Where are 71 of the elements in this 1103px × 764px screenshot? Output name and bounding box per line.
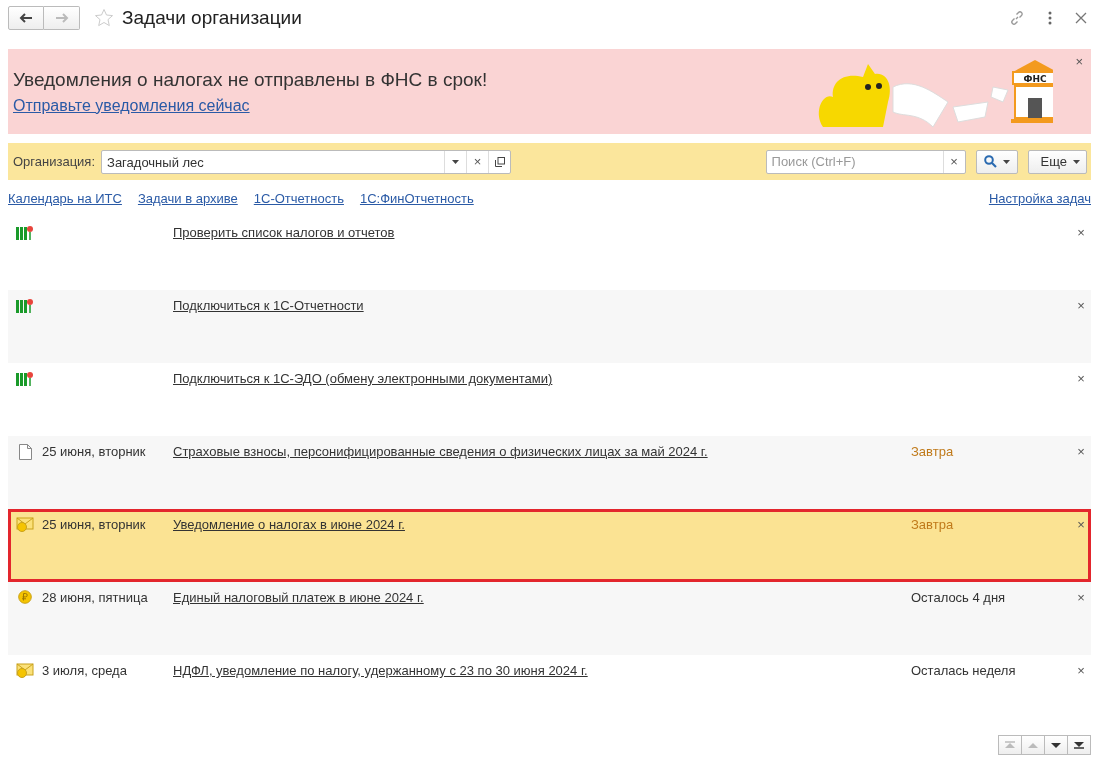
search-icon	[983, 155, 997, 168]
due-label: Осталась неделя	[911, 663, 1016, 678]
search-button[interactable]	[975, 149, 1018, 174]
open-window-icon	[494, 156, 505, 167]
left-arrow-icon	[19, 13, 33, 23]
caret-icon	[452, 159, 460, 164]
task-row[interactable]: Проверить список налогов и отчетов ×	[8, 217, 1091, 290]
nav-button[interactable]	[8, 6, 44, 30]
right-arrow-icon	[54, 13, 69, 23]
binders-with-flower-icon	[16, 225, 34, 241]
task-link[interactable]: Подключиться к 1С-Отчетности	[173, 298, 364, 313]
link-icon[interactable]	[1009, 10, 1025, 26]
dismiss-button[interactable]: ×	[1071, 590, 1091, 605]
task-date: 25 июня, вторник	[42, 517, 146, 532]
document-icon	[18, 444, 32, 460]
quick-link[interactable]: Задачи в архиве	[137, 191, 238, 206]
scroll-to-bottom-icon	[1074, 741, 1084, 749]
binders-with-flower-icon	[16, 298, 34, 314]
close-icon[interactable]	[1075, 12, 1087, 24]
task-date: 25 июня, вторник	[42, 444, 146, 459]
task-row[interactable]: 3 июля, среда НДФЛ, уведомление по налогу, удержанному с 23 по 30 июня 2024 г. Осталась неделя ×	[8, 655, 1091, 728]
task-link[interactable]: НДФЛ, уведомление по налогу, удержанному с 23 по 30 июня 2024 г.	[173, 663, 588, 678]
envelope-with-coin-icon	[16, 517, 34, 533]
caret-icon	[1073, 159, 1080, 164]
organization-field[interactable]: Загадочный лес ×	[101, 149, 512, 174]
task-settings-link[interactable]: Настройка задач	[988, 191, 1091, 206]
send-link[interactable]: Отправьте уведомления сейчас	[13, 96, 813, 115]
scroll-button[interactable]	[1067, 735, 1091, 755]
task-link[interactable]: Страховые взносы, персонифицированные сведения о физических лицах за май 2024 г.	[173, 444, 708, 459]
scroll-to-top-icon	[1005, 741, 1015, 749]
envelope-with-coin-icon	[16, 663, 34, 679]
task-row[interactable]: Подключиться к 1С-Отчетности ×	[8, 290, 1091, 363]
down-triangle-icon	[1051, 741, 1061, 749]
task-link[interactable]: Проверить список налогов и отчетов	[173, 225, 395, 240]
star-icon[interactable]	[94, 8, 114, 28]
task-row[interactable]: 28 июня, пятница Единый налоговый платеж в июне 2024 г. Осталось 4 дня ×	[8, 582, 1091, 655]
clear-button[interactable]: ×	[466, 150, 489, 173]
more-icon[interactable]	[1047, 10, 1053, 26]
task-link[interactable]: Уведомление о налогах в июне 2024 г.	[173, 517, 405, 532]
clear-search-button[interactable]: ×	[942, 150, 965, 173]
task-row[interactable]: 25 июня, вторник Уведомление о налогах в июне 2024 г. Завтра ×	[8, 509, 1091, 582]
organization-label: Организация:	[13, 154, 96, 169]
banner-heading: Уведомления о налогах не отправлены в ФНС в срок!	[13, 68, 489, 91]
window-title: Задачи организации	[122, 7, 302, 29]
task-row[interactable]: 25 июня, вторник Страховые взносы, персонифицированные сведения о физических лицах за май 2024 г. Завтра ×	[8, 436, 1091, 509]
quick-link[interactable]: 1С-Отчетность	[253, 191, 344, 206]
banner-close-button[interactable]: ×	[1075, 54, 1083, 69]
caret-icon	[1002, 159, 1010, 164]
binders-with-flower-icon	[16, 371, 34, 387]
dismiss-button[interactable]: ×	[1071, 444, 1091, 459]
task-row[interactable]: Подключиться к 1С-ЭДО (обмену электронными документами) ×	[8, 363, 1091, 436]
up-triangle-icon	[1028, 741, 1038, 749]
due-label: Завтра	[911, 517, 954, 532]
due-label: Осталось 4 дня	[911, 590, 1006, 605]
coin-icon	[18, 590, 32, 604]
dismiss-button[interactable]: ×	[1071, 298, 1091, 313]
scroll-button[interactable]	[1044, 735, 1068, 755]
cat-and-tax-office-drawing: ФНС	[813, 51, 1053, 132]
search-field[interactable]: Поиск (Ctrl+F) ×	[765, 149, 966, 174]
dismiss-button[interactable]: ×	[1071, 517, 1091, 532]
dismiss-button[interactable]: ×	[1071, 371, 1091, 386]
quick-link[interactable]: 1С:ФинОтчетность	[359, 191, 474, 206]
quick-link[interactable]: Календарь на ИТС	[8, 191, 122, 206]
task-link[interactable]: Подключиться к 1С-ЭДО (обмену электронными документами)	[173, 371, 553, 386]
dismiss-button[interactable]: ×	[1071, 225, 1091, 240]
task-date: 3 июля, среда	[42, 663, 127, 678]
dismiss-button[interactable]: ×	[1071, 663, 1091, 678]
task-link[interactable]: Единый налоговый платеж в июне 2024 г.	[173, 590, 424, 605]
more-button[interactable]: Еще	[1027, 149, 1087, 174]
task-date: 28 июня, пятница	[42, 590, 148, 605]
due-label: Завтра	[911, 444, 954, 459]
